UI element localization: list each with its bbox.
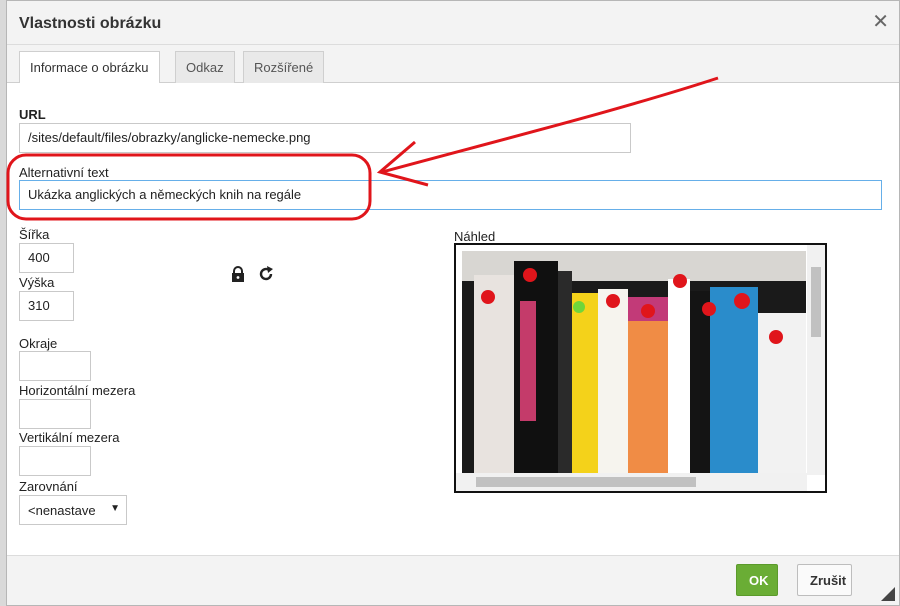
tab-bar: Informace o obrázku Odkaz Rozšířené: [7, 45, 899, 84]
preview-box: [454, 243, 827, 493]
preview-horizontal-scrollbar[interactable]: [456, 473, 807, 491]
reset-size-icon[interactable]: [257, 265, 275, 283]
url-input[interactable]: /sites/default/files/obrazky/anglicke-ne…: [19, 123, 631, 153]
url-label: URL: [19, 107, 46, 122]
tab-image-info[interactable]: Informace o obrázku: [19, 51, 160, 84]
ok-button[interactable]: OK: [736, 564, 778, 596]
alt-text-input[interactable]: Ukázka anglických a německých knih na re…: [19, 180, 882, 210]
preview-image: [462, 251, 806, 475]
alt-text-label: Alternativní text: [19, 165, 109, 180]
cancel-button[interactable]: Zrušit: [797, 564, 852, 596]
hspace-input[interactable]: [19, 399, 91, 429]
close-icon[interactable]: ✕: [872, 12, 889, 32]
width-input[interactable]: 400: [19, 243, 74, 273]
preview-label: Náhled: [454, 229, 496, 244]
dialog-titlebar[interactable]: Vlastnosti obrázku ✕: [7, 1, 899, 45]
border-input[interactable]: [19, 351, 91, 381]
vspace-label: Vertikální mezera: [19, 430, 120, 445]
width-label: Šířka: [19, 227, 50, 242]
align-select-value: <nenastave: [28, 503, 96, 518]
dialog-title: Vlastnosti obrázku: [19, 15, 162, 32]
lock-icon[interactable]: [229, 265, 247, 283]
tab-advanced[interactable]: Rozšířené: [243, 51, 325, 83]
dialog-footer: OK Zrušit: [7, 555, 899, 605]
align-label: Zarovnání: [19, 479, 78, 494]
preview-vertical-scrollbar[interactable]: [807, 245, 825, 475]
vertical-scroll-thumb[interactable]: [811, 267, 821, 337]
vspace-input[interactable]: [19, 446, 91, 476]
resize-handle-icon[interactable]: [881, 587, 895, 601]
tab-link[interactable]: Odkaz: [175, 51, 235, 83]
align-select[interactable]: <nenastave ▼: [19, 495, 127, 525]
height-input[interactable]: 310: [19, 291, 74, 321]
chevron-down-icon: ▼: [110, 503, 120, 514]
horizontal-scroll-thumb[interactable]: [476, 477, 696, 487]
dialog-content: URL /sites/default/files/obrazky/anglick…: [7, 83, 899, 557]
border-label: Okraje: [19, 336, 58, 351]
hspace-label: Horizontální mezera: [19, 383, 136, 398]
image-properties-dialog: Vlastnosti obrázku ✕ Informace o obrázku…: [6, 0, 900, 606]
height-label: Výška: [19, 275, 55, 290]
